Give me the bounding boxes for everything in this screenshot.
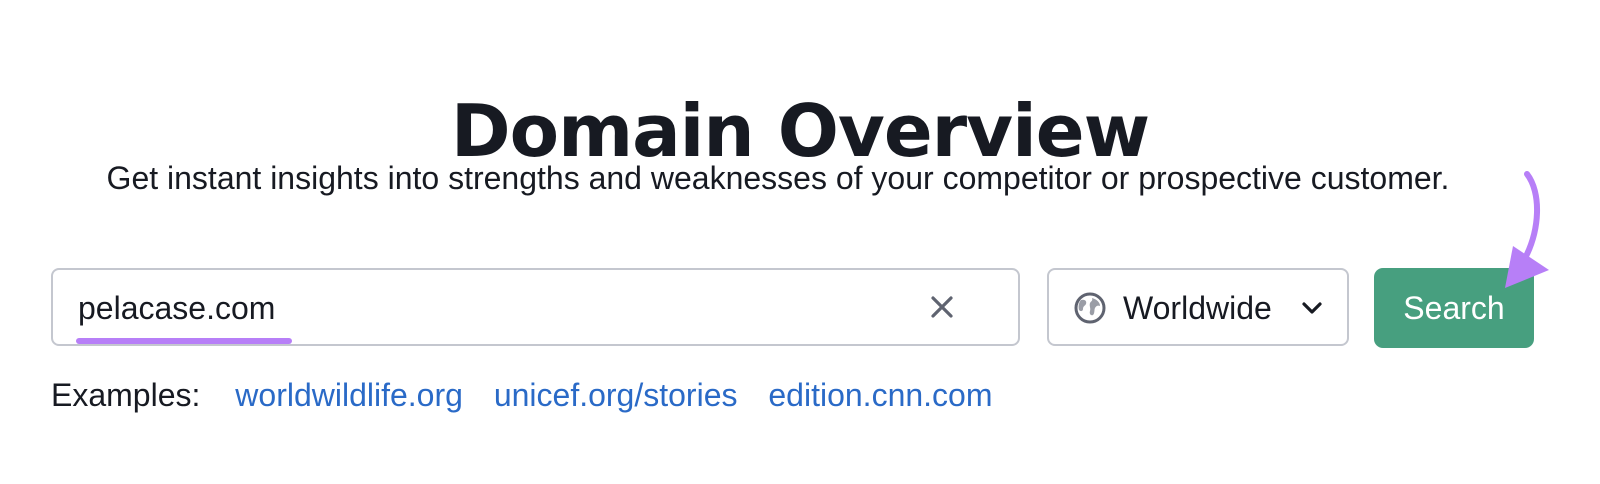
highlight-underline xyxy=(76,338,292,344)
example-link-unicef[interactable]: unicef.org/stories xyxy=(494,377,738,413)
example-link-cnn[interactable]: edition.cnn.com xyxy=(768,377,992,413)
page-subtitle: Get instant insights into strengths and … xyxy=(106,160,1450,196)
examples-row: Examples: worldwildlife.org unicef.org/s… xyxy=(51,375,1015,415)
close-icon[interactable] xyxy=(925,290,959,324)
chevron-down-icon xyxy=(1302,302,1322,314)
example-link-worldwildlife[interactable]: worldwildlife.org xyxy=(235,377,463,413)
domain-input-value[interactable]: pelacase.com xyxy=(78,288,275,328)
region-label: Worldwide xyxy=(1123,290,1272,326)
curved-arrow-icon xyxy=(1505,171,1549,288)
globe-icon xyxy=(1074,292,1106,324)
domain-search-input[interactable]: pelacase.com xyxy=(51,268,1020,346)
examples-label: Examples: xyxy=(51,377,201,413)
region-dropdown[interactable]: Worldwide xyxy=(1047,268,1349,346)
